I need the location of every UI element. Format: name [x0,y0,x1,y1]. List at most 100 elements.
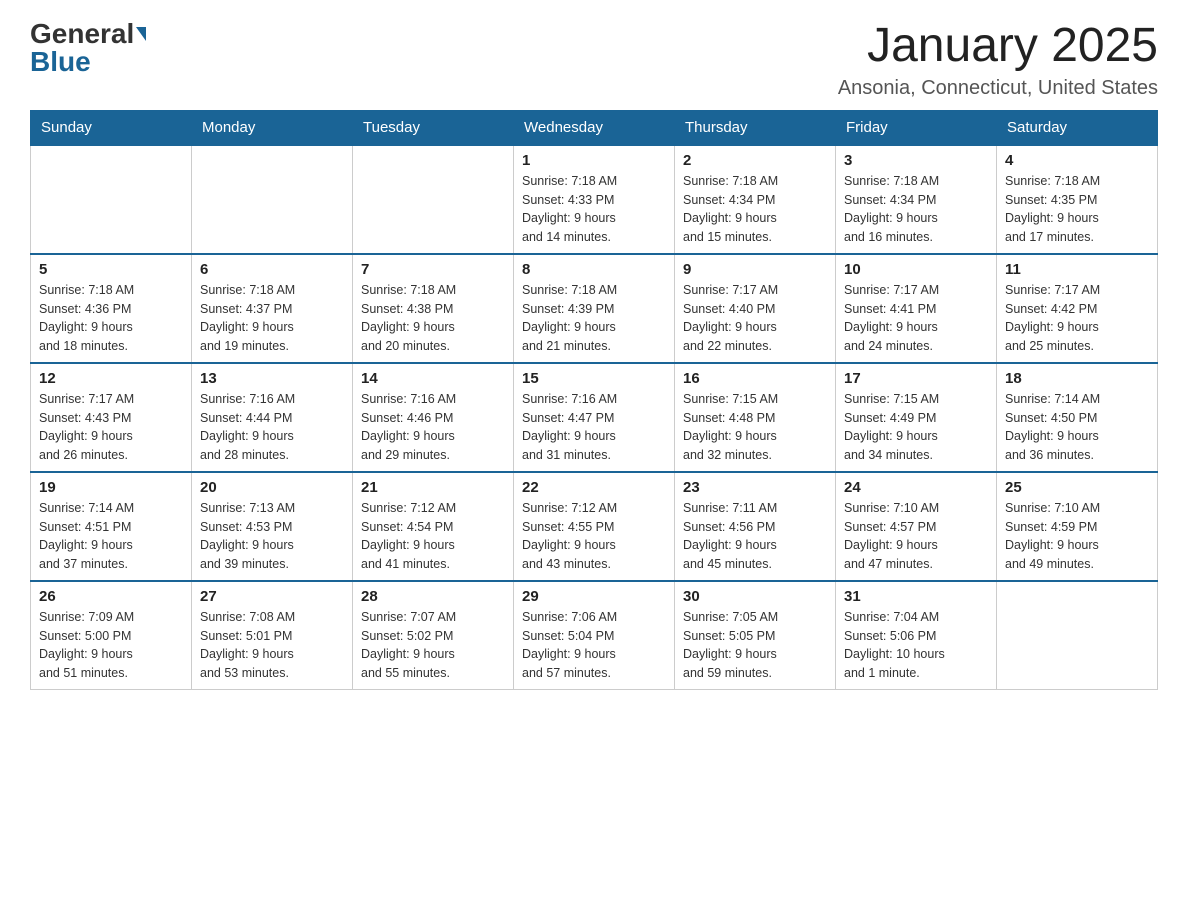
day-number: 18 [1005,370,1149,387]
day-info: Sunrise: 7:04 AMSunset: 5:06 PMDaylight:… [844,608,988,683]
calendar-header-row: SundayMondayTuesdayWednesdayThursdayFrid… [31,110,1158,145]
day-number: 10 [844,261,988,278]
day-number: 8 [522,261,666,278]
calendar-cell: 29Sunrise: 7:06 AMSunset: 5:04 PMDayligh… [514,581,675,690]
weekday-header-monday: Monday [192,110,353,145]
day-info: Sunrise: 7:18 AMSunset: 4:39 PMDaylight:… [522,281,666,356]
day-info: Sunrise: 7:12 AMSunset: 4:55 PMDaylight:… [522,499,666,574]
day-number: 24 [844,479,988,496]
calendar-cell: 22Sunrise: 7:12 AMSunset: 4:55 PMDayligh… [514,472,675,581]
day-info: Sunrise: 7:05 AMSunset: 5:05 PMDaylight:… [683,608,827,683]
day-info: Sunrise: 7:17 AMSunset: 4:41 PMDaylight:… [844,281,988,356]
day-info: Sunrise: 7:10 AMSunset: 4:59 PMDaylight:… [1005,499,1149,574]
day-number: 25 [1005,479,1149,496]
day-number: 12 [39,370,183,387]
calendar-cell: 9 Sunrise: 7:17 AMSunset: 4:40 PMDaylight… [675,254,836,363]
calendar-cell: 4Sunrise: 7:18 AMSunset: 4:35 PMDaylight… [997,145,1158,254]
weekday-header-saturday: Saturday [997,110,1158,145]
day-number: 5 [39,261,183,278]
day-info: Sunrise: 7:06 AMSunset: 5:04 PMDaylight:… [522,608,666,683]
calendar-cell: 20 Sunrise: 7:13 AMSunset: 4:53 PMDayligh… [192,472,353,581]
day-number: 6 [200,261,344,278]
day-info: Sunrise: 7:18 AMSunset: 4:34 PMDaylight:… [844,172,988,247]
day-number: 2 [683,152,827,169]
calendar-cell [353,145,514,254]
day-info: Sunrise: 7:18 AMSunset: 4:38 PMDaylight:… [361,281,505,356]
day-number: 13 [200,370,344,387]
day-number: 17 [844,370,988,387]
calendar-cell: 7 Sunrise: 7:18 AMSunset: 4:38 PMDaylight… [353,254,514,363]
calendar-cell: 27 Sunrise: 7:08 AMSunset: 5:01 PMDayligh… [192,581,353,690]
day-number: 21 [361,479,505,496]
day-info: Sunrise: 7:13 AMSunset: 4:53 PMDaylight:… [200,499,344,574]
calendar-cell: 19 Sunrise: 7:14 AMSunset: 4:51 PMDayligh… [31,472,192,581]
day-number: 28 [361,588,505,605]
calendar-cell: 13 Sunrise: 7:16 AMSunset: 4:44 PMDayligh… [192,363,353,472]
day-number: 4 [1005,152,1149,169]
weekday-header-thursday: Thursday [675,110,836,145]
day-number: 26 [39,588,183,605]
day-info: Sunrise: 7:10 AMSunset: 4:57 PMDaylight:… [844,499,988,574]
location-text: Ansonia, Connecticut, United States [838,77,1158,100]
day-number: 16 [683,370,827,387]
calendar-cell: 18 Sunrise: 7:14 AMSunset: 4:50 PMDayligh… [997,363,1158,472]
day-number: 23 [683,479,827,496]
logo-general-text: General [30,20,134,48]
day-info: Sunrise: 7:08 AMSunset: 5:01 PMDaylight:… [200,608,344,683]
calendar-cell: 5Sunrise: 7:18 AMSunset: 4:36 PMDaylight… [31,254,192,363]
calendar-cell: 17 Sunrise: 7:15 AMSunset: 4:49 PMDayligh… [836,363,997,472]
day-info: Sunrise: 7:18 AMSunset: 4:33 PMDaylight:… [522,172,666,247]
day-info: Sunrise: 7:17 AMSunset: 4:40 PMDaylight:… [683,281,827,356]
calendar-cell [31,145,192,254]
day-info: Sunrise: 7:16 AMSunset: 4:47 PMDaylight:… [522,390,666,465]
calendar-cell: 21 Sunrise: 7:12 AMSunset: 4:54 PMDayligh… [353,472,514,581]
logo: General Blue [30,20,146,76]
calendar-cell [192,145,353,254]
calendar-cell: 8 Sunrise: 7:18 AMSunset: 4:39 PMDaylight… [514,254,675,363]
calendar-cell: 12 Sunrise: 7:17 AMSunset: 4:43 PMDayligh… [31,363,192,472]
calendar-cell: 3Sunrise: 7:18 AMSunset: 4:34 PMDaylight… [836,145,997,254]
calendar-cell: 14Sunrise: 7:16 AMSunset: 4:46 PMDayligh… [353,363,514,472]
day-info: Sunrise: 7:12 AMSunset: 4:54 PMDaylight:… [361,499,505,574]
calendar-cell: 30 Sunrise: 7:05 AMSunset: 5:05 PMDayligh… [675,581,836,690]
day-info: Sunrise: 7:17 AMSunset: 4:43 PMDaylight:… [39,390,183,465]
day-info: Sunrise: 7:16 AMSunset: 4:44 PMDaylight:… [200,390,344,465]
calendar-cell: 2Sunrise: 7:18 AMSunset: 4:34 PMDaylight… [675,145,836,254]
calendar-week-1: 1 Sunrise: 7:18 AMSunset: 4:33 PMDaylight… [31,145,1158,254]
day-info: Sunrise: 7:15 AMSunset: 4:49 PMDaylight:… [844,390,988,465]
weekday-header-sunday: Sunday [31,110,192,145]
weekday-header-friday: Friday [836,110,997,145]
day-info: Sunrise: 7:15 AMSunset: 4:48 PMDaylight:… [683,390,827,465]
calendar-cell: 24 Sunrise: 7:10 AMSunset: 4:57 PMDayligh… [836,472,997,581]
calendar-cell: 26Sunrise: 7:09 AMSunset: 5:00 PMDayligh… [31,581,192,690]
calendar-cell: 1 Sunrise: 7:18 AMSunset: 4:33 PMDaylight… [514,145,675,254]
day-info: Sunrise: 7:16 AMSunset: 4:46 PMDaylight:… [361,390,505,465]
logo-triangle-icon [136,27,146,41]
calendar-cell: 31Sunrise: 7:04 AMSunset: 5:06 PMDayligh… [836,581,997,690]
calendar-cell: 28 Sunrise: 7:07 AMSunset: 5:02 PMDayligh… [353,581,514,690]
logo-blue-text: Blue [30,48,91,76]
day-number: 1 [522,152,666,169]
weekday-header-wednesday: Wednesday [514,110,675,145]
page-header: General Blue January 2025 Ansonia, Conne… [30,20,1158,100]
day-number: 30 [683,588,827,605]
calendar-cell [997,581,1158,690]
day-number: 9 [683,261,827,278]
calendar-cell: 11Sunrise: 7:17 AMSunset: 4:42 PMDayligh… [997,254,1158,363]
day-info: Sunrise: 7:07 AMSunset: 5:02 PMDaylight:… [361,608,505,683]
day-number: 7 [361,261,505,278]
calendar-cell: 23Sunrise: 7:11 AMSunset: 4:56 PMDayligh… [675,472,836,581]
day-number: 19 [39,479,183,496]
calendar-cell: 6 Sunrise: 7:18 AMSunset: 4:37 PMDaylight… [192,254,353,363]
day-info: Sunrise: 7:18 AMSunset: 4:37 PMDaylight:… [200,281,344,356]
weekday-header-tuesday: Tuesday [353,110,514,145]
day-info: Sunrise: 7:14 AMSunset: 4:50 PMDaylight:… [1005,390,1149,465]
calendar-week-4: 19 Sunrise: 7:14 AMSunset: 4:51 PMDayligh… [31,472,1158,581]
calendar-week-2: 5Sunrise: 7:18 AMSunset: 4:36 PMDaylight… [31,254,1158,363]
calendar-cell: 10 Sunrise: 7:17 AMSunset: 4:41 PMDayligh… [836,254,997,363]
day-info: Sunrise: 7:14 AMSunset: 4:51 PMDaylight:… [39,499,183,574]
day-number: 20 [200,479,344,496]
day-number: 27 [200,588,344,605]
calendar-cell: 16 Sunrise: 7:15 AMSunset: 4:48 PMDayligh… [675,363,836,472]
calendar-table: SundayMondayTuesdayWednesdayThursdayFrid… [30,110,1158,690]
